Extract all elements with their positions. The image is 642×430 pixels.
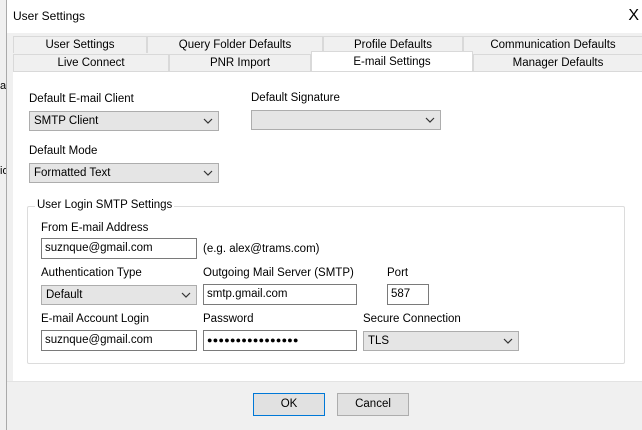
tab-email-settings[interactable]: E-mail Settings — [311, 51, 473, 71]
default-mode-value: Formatted Text — [34, 167, 111, 179]
tab-live-connect[interactable]: Live Connect — [13, 54, 169, 71]
authentication-type-label: Authentication Type — [41, 267, 142, 279]
account-login-label: E-mail Account Login — [41, 313, 150, 325]
panel-bottom-divider — [7, 381, 642, 382]
secure-connection-select[interactable]: TLS — [363, 331, 519, 351]
from-email-field[interactable]: suznque@gmail.com — [41, 238, 197, 259]
authentication-type-value: Default — [46, 289, 83, 301]
chevron-down-icon — [181, 292, 191, 298]
password-field[interactable]: ●●●●●●●●●●●●●●●● — [203, 330, 357, 351]
from-email-label: From E-mail Address — [41, 222, 149, 234]
user-settings-dialog: User Settings X User Settings Query Fold… — [6, 0, 642, 430]
default-mode-select[interactable]: Formatted Text — [29, 163, 219, 183]
default-signature-select[interactable] — [251, 110, 441, 130]
title-bar: User Settings X — [7, 0, 642, 33]
close-icon[interactable]: X — [628, 7, 639, 25]
password-label: Password — [203, 313, 254, 325]
authentication-type-select[interactable]: Default — [41, 285, 197, 305]
port-field[interactable]: 587 — [387, 284, 429, 305]
chevron-down-icon — [203, 118, 213, 124]
tab-communication-defaults[interactable]: Communication Defaults — [463, 36, 642, 53]
port-label: Port — [387, 267, 409, 279]
dialog-title: User Settings — [13, 9, 86, 23]
chevron-down-icon — [203, 170, 213, 176]
default-signature-label: Default Signature — [251, 92, 340, 104]
secure-connection-label: Secure Connection — [363, 313, 461, 325]
ok-button[interactable]: OK — [253, 393, 325, 416]
cancel-button[interactable]: Cancel — [337, 393, 409, 416]
default-email-client-select[interactable]: SMTP Client — [29, 111, 219, 131]
tab-user-settings[interactable]: User Settings — [13, 36, 147, 53]
secure-connection-value: TLS — [368, 335, 390, 347]
tab-pnr-import[interactable]: PNR Import — [169, 54, 311, 71]
default-mode-label: Default Mode — [29, 145, 98, 157]
default-email-client-label: Default E-mail Client — [29, 93, 134, 105]
tab-query-folder-defaults[interactable]: Query Folder Defaults — [147, 36, 323, 53]
smtp-server-label: Outgoing Mail Server (SMTP) — [203, 267, 354, 279]
tab-manager-defaults[interactable]: Manager Defaults — [473, 54, 642, 71]
chevron-down-icon — [503, 338, 513, 344]
account-login-field[interactable]: suznque@gmail.com — [41, 330, 197, 351]
smtp-group-title: User Login SMTP Settings — [35, 199, 175, 211]
from-email-hint: (e.g. alex@trams.com) — [203, 243, 320, 255]
smtp-server-field[interactable]: smtp.gmail.com — [203, 284, 357, 305]
default-email-client-value: SMTP Client — [34, 115, 99, 127]
chevron-down-icon — [425, 117, 435, 123]
